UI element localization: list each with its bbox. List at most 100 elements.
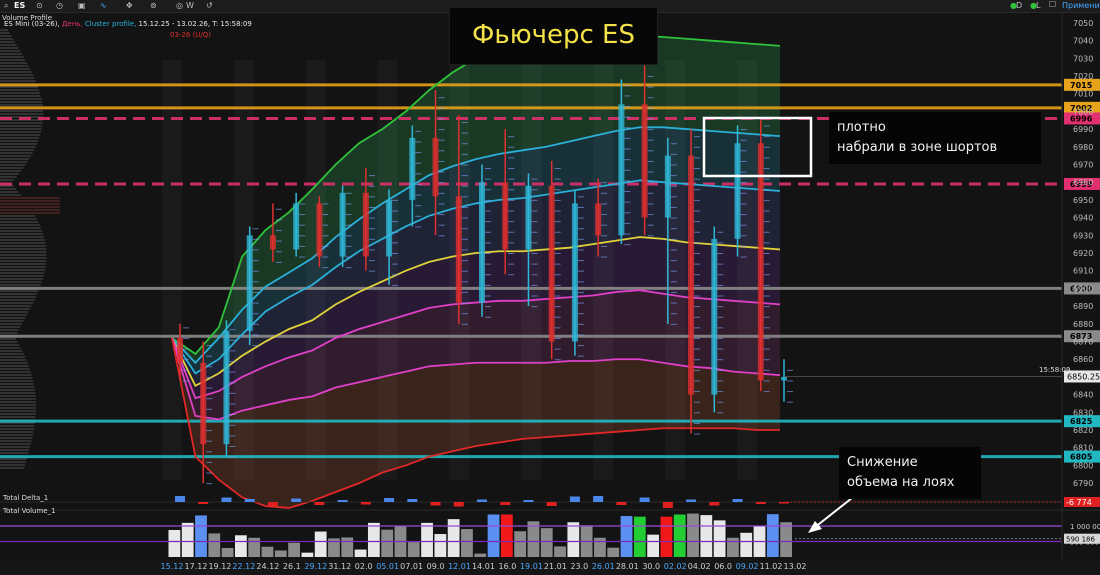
session-shade: [593, 60, 613, 480]
cluster-tick: [554, 327, 561, 329]
delta-value: -6 774: [1066, 498, 1092, 507]
x-tick-label: 19.12: [208, 562, 231, 571]
cluster-tick: [322, 214, 329, 216]
cluster-tick: [461, 238, 468, 240]
cluster-tick: [252, 260, 259, 262]
cluster-tick: [438, 160, 445, 162]
cluster-tick: [647, 139, 654, 141]
cluster-tick: [554, 284, 561, 286]
candle-body: [246, 235, 253, 331]
calendar-icon[interactable]: ▣: [78, 1, 86, 10]
volume-bar: [540, 528, 553, 557]
undo-icon[interactable]: ↺: [206, 1, 213, 10]
cluster-tick: [694, 231, 701, 233]
cluster-tick: [601, 224, 608, 226]
candle-body: [200, 362, 207, 445]
cluster-tick: [206, 451, 213, 453]
cluster-tick: [438, 97, 445, 99]
period-icon[interactable]: ◎: [176, 1, 183, 10]
volume-bar: [474, 553, 487, 557]
cluster-tick: [763, 199, 770, 201]
delta-bar: [453, 502, 464, 507]
cluster-tick: [601, 214, 608, 216]
cluster-tick: [763, 274, 770, 276]
cluster-tick: [717, 391, 724, 393]
cluster-tick: [740, 245, 747, 247]
chart-type-icon[interactable]: ∿: [100, 1, 107, 10]
cluster-tick: [601, 192, 608, 194]
cluster-tick: [740, 160, 747, 162]
cluster-tick: [763, 168, 770, 170]
cluster-tick: [275, 261, 282, 263]
volume-bar: [647, 534, 660, 557]
cluster-tick: [229, 329, 236, 331]
cluster-tick: [763, 369, 770, 371]
cluster-tick: [763, 146, 770, 148]
cluster-tick: [508, 157, 515, 159]
delta-bar: [407, 499, 418, 502]
indicator-l[interactable]: L: [1036, 1, 1040, 10]
cluster-tick: [461, 228, 468, 230]
cluster-tick: [206, 461, 213, 463]
cluster-tick: [531, 189, 538, 191]
volume-bar: [181, 522, 194, 557]
cluster-tick: [647, 235, 654, 237]
cluster-tick: [508, 263, 515, 265]
clock-icon[interactable]: ◷: [56, 1, 63, 10]
cluster-tick: [508, 199, 515, 201]
cluster-tick: [554, 274, 561, 276]
cluster-tick: [368, 228, 375, 230]
delta-bar: [500, 502, 511, 505]
search-icon[interactable]: ⌕: [4, 1, 8, 11]
delta-pane-label: Total Delta_1: [3, 494, 49, 502]
cluster-tick: [461, 260, 468, 262]
volume-bar: [487, 514, 500, 557]
delta-bar: [267, 502, 278, 506]
price-tick: 6950: [1073, 196, 1093, 205]
cluster-tick: [577, 281, 584, 283]
symbol-selector[interactable]: ES: [14, 1, 25, 10]
cluster-tick: [508, 274, 515, 276]
cluster-tick: [461, 217, 468, 219]
volume-bar: [700, 515, 713, 557]
link-icon[interactable]: ⊚: [150, 1, 157, 10]
cluster-tick: [392, 263, 399, 265]
cluster-tick: [647, 214, 654, 216]
cluster-tick: [694, 316, 701, 318]
session-shade: [378, 60, 398, 480]
cluster-tick: [508, 253, 515, 254]
cluster-tick: [670, 313, 677, 315]
cluster-tick: [670, 302, 677, 304]
volume-bar: [421, 522, 433, 557]
indicator-d[interactable]: D: [1016, 1, 1022, 10]
page-title: Фьючерс ES: [472, 20, 635, 50]
cluster-tick: [694, 369, 701, 371]
settings-icon[interactable]: ⊙: [36, 1, 43, 10]
apply-checkbox[interactable]: ☐: [1049, 0, 1056, 9]
price-tick: 6790: [1073, 479, 1093, 488]
candle-body: [781, 376, 787, 381]
volume-bar: [274, 550, 287, 557]
cluster-tick: [670, 249, 677, 251]
cluster-tick: [670, 238, 677, 240]
cluster-tick: [485, 306, 491, 308]
cluster-tick: [694, 306, 701, 308]
delta-bar: [198, 502, 209, 504]
period-label[interactable]: W: [186, 1, 194, 10]
x-tick-label: 23.0: [570, 562, 588, 571]
cluster-tick: [415, 183, 422, 185]
cluster-tick: [275, 229, 282, 231]
cluster-tick: [577, 196, 584, 198]
annotation-line: объема на лоях: [847, 475, 955, 490]
apply-button[interactable]: Применить: [1062, 1, 1100, 10]
cluster-tick: [461, 175, 468, 177]
delta-bar: [732, 499, 743, 502]
cluster-tick: [717, 412, 724, 414]
cursor-icon[interactable]: ✥: [126, 1, 133, 10]
volume-bar: [594, 537, 606, 557]
volume-bar: [168, 530, 181, 557]
cluster-tick: [554, 168, 561, 170]
cluster-tick: [717, 284, 724, 286]
cluster-tick: [206, 345, 213, 347]
cluster-tick: [252, 323, 259, 325]
